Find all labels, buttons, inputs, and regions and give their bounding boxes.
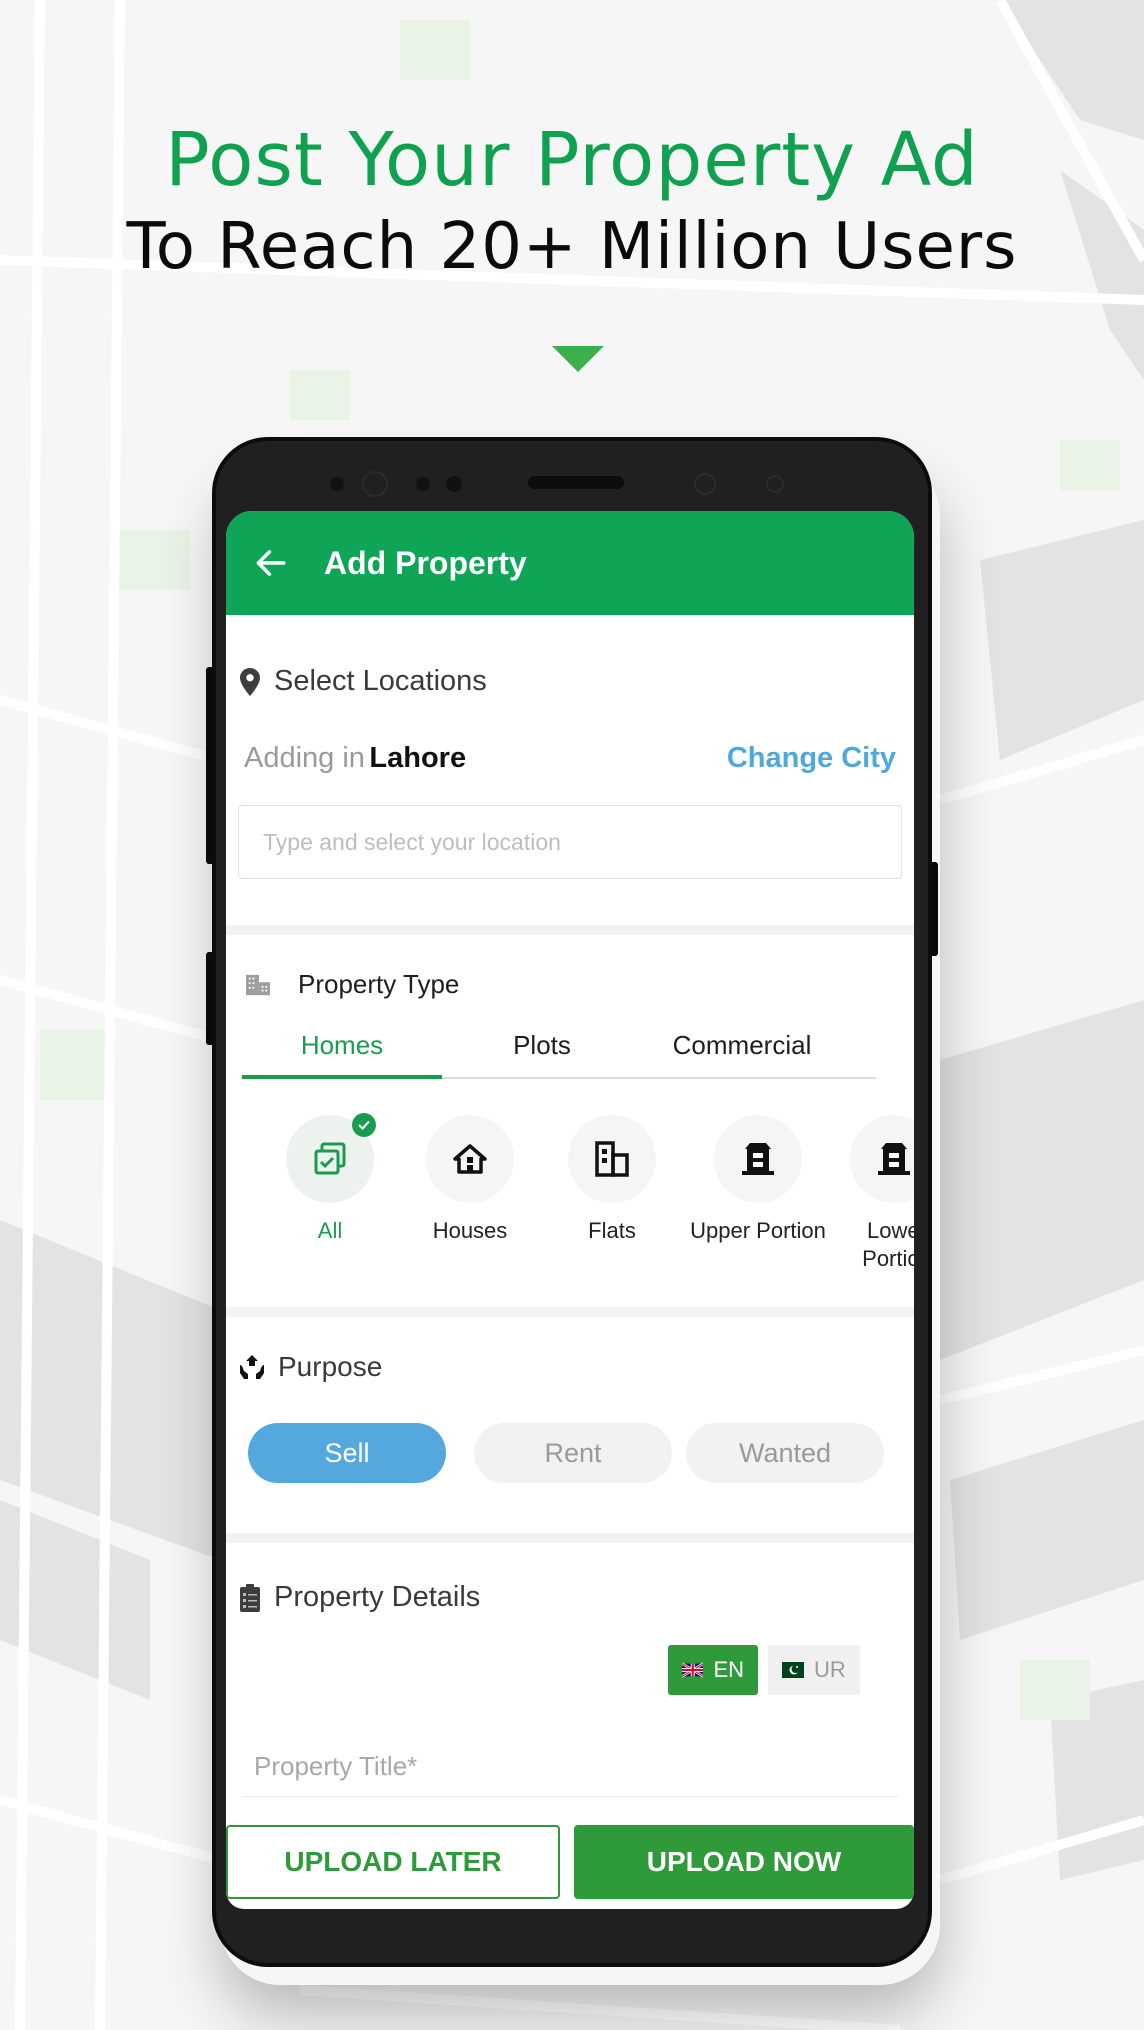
building-icon xyxy=(246,971,270,999)
property-title-field[interactable]: Property Title* xyxy=(254,1751,417,1782)
purpose-heading-text: Purpose xyxy=(278,1351,383,1382)
location-heading: Select Locations xyxy=(238,665,902,698)
proximity-sensor xyxy=(694,473,716,495)
location-heading-text: Select Locations xyxy=(274,665,487,697)
upper-portion-icon xyxy=(742,1143,774,1175)
upload-actions: UPLOAD LATER UPLOAD NOW xyxy=(226,1825,914,1899)
upload-later-button[interactable]: UPLOAD LATER xyxy=(226,1825,560,1899)
type-option-all[interactable]: All xyxy=(258,1113,402,1273)
language-en-button[interactable]: EN xyxy=(668,1645,758,1695)
front-camera-icon xyxy=(362,471,388,497)
app-bar: Add Property xyxy=(226,511,914,615)
light-sensor xyxy=(766,475,784,493)
flats-building-icon xyxy=(595,1141,629,1177)
location-search-input[interactable]: Type and select your location xyxy=(238,805,902,879)
upload-now-button[interactable]: UPLOAD NOW xyxy=(574,1825,914,1899)
tab-plots[interactable]: Plots xyxy=(442,1030,642,1077)
purpose-wanted-button[interactable]: Wanted xyxy=(686,1423,884,1483)
purpose-rent-button[interactable]: Rent xyxy=(474,1423,672,1483)
sensor-dot xyxy=(446,476,462,492)
section-divider xyxy=(226,925,914,935)
type-label: Flats xyxy=(588,1218,636,1243)
page-title: Add Property xyxy=(324,544,527,581)
type-option-flats[interactable]: Flats xyxy=(538,1115,686,1273)
language-ur-button[interactable]: UR xyxy=(768,1645,860,1695)
location-section: Select Locations Adding in Lahore Change… xyxy=(226,615,914,925)
property-details-heading-text: Property Details xyxy=(274,1581,481,1613)
section-divider xyxy=(226,1307,914,1317)
property-details-heading: Property Details xyxy=(238,1581,902,1614)
type-icon-circle xyxy=(714,1115,802,1203)
purpose-section: Purpose Sell Rent Wanted xyxy=(226,1317,914,1533)
promo-headline: Post Your Property Ad To Reach 20+ Milli… xyxy=(0,112,1144,286)
property-type-tabs: Homes Plots Commercial xyxy=(242,1030,876,1079)
type-icon-circle xyxy=(426,1115,514,1203)
headline-line-1: Post Your Property Ad xyxy=(165,117,979,203)
type-option-houses[interactable]: Houses xyxy=(402,1115,538,1273)
language-toggle: EN UR xyxy=(668,1645,860,1695)
pakistan-flag-icon xyxy=(782,1662,804,1678)
type-label: Houses xyxy=(432,1218,508,1243)
property-type-heading-text: Property Type xyxy=(298,969,460,999)
adding-in-label: Adding in xyxy=(244,742,365,774)
sensor-dot xyxy=(416,477,430,491)
tab-commercial[interactable]: Commercial xyxy=(642,1030,842,1077)
purpose-heading: Purpose xyxy=(238,1351,914,1383)
property-details-section: Property Details EN UR Property Title* xyxy=(226,1543,914,1797)
map-pin-icon xyxy=(238,667,262,696)
type-label: Lower Portion xyxy=(862,1218,914,1271)
lower-portion-icon xyxy=(878,1143,910,1175)
hands-house-icon xyxy=(238,1353,266,1381)
section-divider xyxy=(226,1533,914,1543)
type-icon-circle xyxy=(286,1113,376,1203)
sensor-dot xyxy=(330,477,344,491)
type-option-upper-portion[interactable]: Upper Portion xyxy=(686,1115,830,1273)
clipboard-list-icon xyxy=(238,1583,262,1612)
app-screen: Add Property Select Locations Adding in … xyxy=(226,511,914,1909)
selected-city: Lahore xyxy=(369,742,467,774)
type-label: All xyxy=(317,1218,343,1243)
purpose-sell-button[interactable]: Sell xyxy=(248,1423,446,1483)
all-checkbox-icon xyxy=(314,1142,346,1175)
tab-homes[interactable]: Homes xyxy=(242,1030,442,1079)
property-type-heading: Property Type xyxy=(226,969,914,1000)
property-type-section: Property Type Homes Plots Commercial All… xyxy=(226,935,914,1307)
adding-in-row: Adding in Lahore Change City xyxy=(238,742,902,775)
language-en-label: EN xyxy=(713,1657,744,1682)
purpose-options: Sell Rent Wanted xyxy=(238,1423,914,1483)
arrow-left-icon[interactable] xyxy=(252,544,290,582)
headline-line-2: To Reach 20+ Million Users xyxy=(126,210,1018,284)
language-ur-label: UR xyxy=(814,1657,846,1682)
location-input-placeholder: Type and select your location xyxy=(263,828,561,855)
type-option-lower-portion[interactable]: Lower Portion xyxy=(830,1115,914,1273)
home-type-list: All Houses Flats Upper Portion Lowe Port… xyxy=(226,1113,914,1273)
type-icon-circle xyxy=(568,1115,656,1203)
house-icon xyxy=(453,1144,487,1174)
selected-check-badge xyxy=(352,1113,376,1137)
earpiece-speaker xyxy=(528,476,624,489)
uk-flag-icon xyxy=(682,1662,704,1678)
property-title-underline xyxy=(242,1796,898,1797)
type-icon-circle xyxy=(850,1115,914,1203)
change-city-link[interactable]: Change City xyxy=(727,742,896,775)
type-label: Upper Portion xyxy=(690,1218,826,1243)
down-triangle-icon xyxy=(552,346,604,372)
